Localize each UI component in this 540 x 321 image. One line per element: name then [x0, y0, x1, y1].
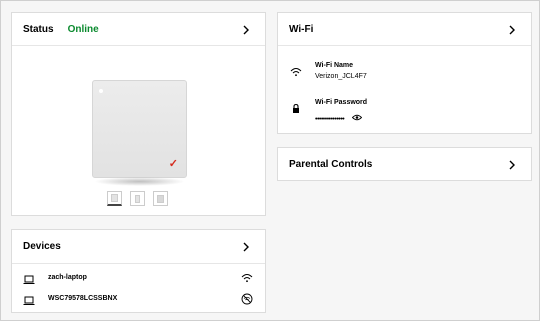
devices-header[interactable]: Devices — [12, 230, 265, 264]
wifi-name-row: Wi-Fi Name Verizon_JCL4F7 — [290, 61, 367, 82]
parental-controls-chevron-right-icon[interactable] — [506, 159, 518, 171]
device-name: zach-laptop — [48, 273, 87, 281]
device-row[interactable]: zach-laptop — [23, 270, 253, 284]
wifi-password-row: Wi-Fi Password ••••••••••••••• — [290, 98, 367, 126]
status-online-label: Online — [67, 23, 99, 35]
parental-controls-card[interactable]: Parental Controls — [277, 147, 532, 181]
status-header[interactable]: Status Online — [12, 13, 265, 46]
laptop-icon — [23, 272, 35, 284]
device-name: WSC79578LCSSBNX — [48, 294, 118, 302]
wifi-card: Wi-Fi Wi-Fi Name Verizon_JCL4F7 Wi-Fi Pa… — [277, 12, 532, 134]
wifi-header[interactable]: Wi-Fi — [278, 13, 531, 46]
wifi-icon — [241, 271, 253, 283]
router-view-thumbnails — [107, 191, 168, 206]
wifi-off-icon — [241, 292, 253, 305]
status-chevron-right-icon[interactable] — [240, 24, 252, 36]
device-row[interactable]: WSC79578LCSSBNX — [23, 291, 253, 305]
laptop-icon — [23, 293, 35, 305]
wifi-name-label: Wi-Fi Name — [315, 62, 354, 69]
lock-icon — [290, 102, 302, 114]
eye-icon[interactable] — [351, 108, 362, 126]
wifi-chevron-right-icon[interactable] — [506, 24, 518, 36]
router-thumbnail-side[interactable] — [130, 191, 145, 206]
router-thumbnail-back[interactable] — [153, 191, 168, 206]
wifi-icon — [290, 65, 302, 77]
devices-card: Devices zach-laptop WSC79578LCSSBNX — [11, 229, 266, 313]
wifi-title: Wi-Fi — [289, 23, 314, 35]
router-thumbnail-front[interactable] — [107, 191, 122, 206]
router-image: ✓ — [92, 80, 187, 186]
wifi-password-label: Wi-Fi Password — [315, 99, 368, 106]
wifi-name-value: Verizon_JCL4F7 — [315, 73, 367, 80]
router-light — [99, 89, 103, 93]
wifi-password-masked: ••••••••••••••• — [315, 116, 345, 124]
devices-title: Devices — [23, 241, 61, 252]
parental-controls-title: Parental Controls — [289, 158, 373, 170]
devices-chevron-right-icon[interactable] — [240, 241, 252, 253]
parental-controls-header[interactable]: Parental Controls — [278, 148, 531, 180]
verizon-check-logo: ✓ — [168, 158, 178, 170]
status-card: Status Online ✓ — [11, 12, 266, 216]
status-title: Status — [23, 23, 54, 35]
